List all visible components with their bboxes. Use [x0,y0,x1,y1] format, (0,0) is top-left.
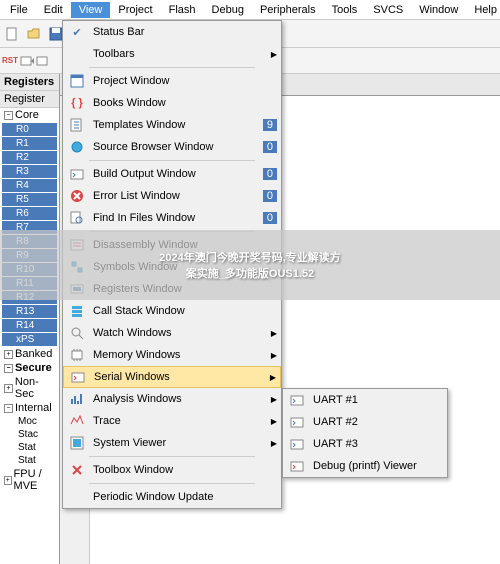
step-icon[interactable] [36,54,50,68]
menu-trace[interactable]: Trace▶ [63,410,281,432]
run-icon[interactable] [20,54,34,68]
menu-debug[interactable]: Debug [204,2,252,18]
register-R0[interactable]: R0 [2,123,57,136]
menu-toolbox[interactable]: Toolbox Window [63,459,281,481]
menu-peripherals[interactable]: Peripherals [252,2,324,18]
register-R13[interactable]: R13 [2,305,57,318]
menu-find-in-files[interactable]: Find In Files Window0 [63,207,281,229]
menu-analysis[interactable]: Analysis Windows▶ [63,388,281,410]
menu-callstack[interactable]: Call Stack Window [63,300,281,322]
menu-toolbars[interactable]: Toolbars▶ [63,43,281,65]
submenu-uart3[interactable]: UART #3 [283,433,447,455]
fpu-node[interactable]: +FPU / MVE [0,467,59,493]
reg-sub-item[interactable]: Stat [0,454,59,467]
menu-source-browser[interactable]: Source Browser Window0 [63,136,281,158]
menu-file[interactable]: File [2,2,36,18]
rst-icon[interactable]: RST [2,56,18,65]
serial-submenu: UART #1 UART #2 UART #3 Debug (printf) V… [282,388,448,478]
open-icon[interactable] [24,24,44,44]
reg-sub-item[interactable]: Moc [0,415,59,428]
registers-title: Registers [0,74,59,91]
register-xPS[interactable]: xPS [2,333,57,346]
menu-error-list[interactable]: Error List Window0 [63,185,281,207]
menu-edit[interactable]: Edit [36,2,71,18]
overlay-banner: 2024年澳门今晚开奖号码,专业解读方案实施_多功能版OUS1.52 [0,230,500,300]
menu-templates-window[interactable]: Templates Window9 [63,114,281,136]
menu-build-output[interactable]: Build Output Window0 [63,163,281,185]
menu-serial[interactable]: Serial Windows▶ [63,366,281,388]
register-R14[interactable]: R14 [2,319,57,332]
menubar: FileEditViewProjectFlashDebugPeripherals… [0,0,500,20]
register-R1[interactable]: R1 [2,137,57,150]
menu-books-window[interactable]: { }Books Window [63,92,281,114]
menu-view[interactable]: View [71,2,111,18]
submenu-uart2[interactable]: UART #2 [283,411,447,433]
menu-help[interactable]: Help [466,2,500,18]
registers-panel: Registers Register −Core R0R1R2R3R4R5R6 R… [0,74,60,564]
nonsec-node[interactable]: +Non-Sec [0,375,59,401]
submenu-debug-printf[interactable]: Debug (printf) Viewer [283,455,447,477]
reg-sub-item[interactable]: Stac [0,428,59,441]
core-node[interactable]: −Core [0,108,59,122]
menu-periodic-update[interactable]: Periodic Window Update [63,486,281,508]
menu-memory[interactable]: Memory Windows▶ [63,344,281,366]
register-R6[interactable]: R6 [2,207,57,220]
submenu-uart1[interactable]: UART #1 [283,389,447,411]
register-R5[interactable]: R5 [2,193,57,206]
register-R3[interactable]: R3 [2,165,57,178]
menu-project[interactable]: Project [110,2,160,18]
register-R4[interactable]: R4 [2,179,57,192]
menu-watch[interactable]: Watch Windows▶ [63,322,281,344]
menu-project-window[interactable]: Project Window [63,70,281,92]
reg-sub-item[interactable]: Stat [0,441,59,454]
menu-window[interactable]: Window [411,2,466,18]
secure-node[interactable]: −Secure [0,361,59,375]
register-R2[interactable]: R2 [2,151,57,164]
menu-flash[interactable]: Flash [161,2,204,18]
menu-tools[interactable]: Tools [324,2,366,18]
menu-status-bar[interactable]: ✔Status Bar [63,21,281,43]
register-header: Register [0,91,59,108]
menu-system-viewer[interactable]: System Viewer▶ [63,432,281,454]
new-icon[interactable] [2,24,22,44]
banked-node[interactable]: +Banked [0,347,59,361]
menu-svcs[interactable]: SVCS [365,2,411,18]
internal-node[interactable]: −Internal [0,401,59,415]
